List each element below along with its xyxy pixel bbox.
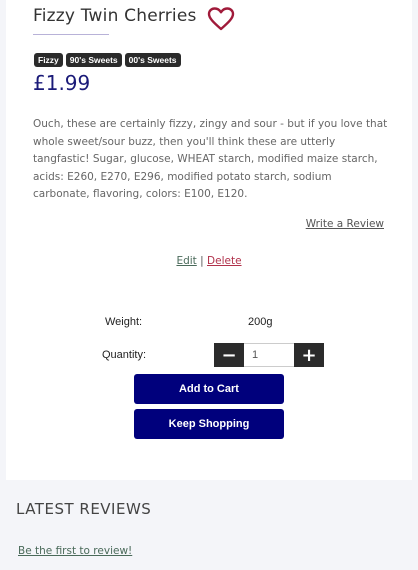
keep-shopping-button[interactable]: Keep Shopping [134,409,284,439]
increment-button[interactable]: + [294,343,324,367]
tag-00s-sweets[interactable]: 00's Sweets [124,53,181,67]
heart-icon[interactable] [207,7,235,31]
decrement-button[interactable]: − [214,343,244,367]
product-title: Fizzy Twin Cherries [33,6,197,26]
tag-90s-sweets[interactable]: 90's Sweets [65,53,122,67]
tag-fizzy[interactable]: Fizzy [34,53,63,67]
product-price: £1.99 [33,71,91,95]
write-review-link[interactable]: Write a Review [306,218,384,230]
edit-delete-row: Edit | Delete [0,255,418,267]
tag-list: Fizzy 90's Sweets 00's Sweets [34,53,181,67]
separator: | [200,255,204,267]
quantity-label: Quantity: [102,349,147,361]
first-review-link[interactable]: Be the first to review! [18,545,132,557]
latest-reviews-heading: LATEST REVIEWS [16,500,152,518]
weight-label: Weight: [105,316,143,328]
weight-value: 200g [248,316,273,328]
quantity-stepper: − + [214,343,324,367]
quantity-input[interactable] [244,343,294,367]
delete-link[interactable]: Delete [207,255,242,267]
add-to-cart-button[interactable]: Add to Cart [134,374,284,404]
product-description: Ouch, these are certainly fizzy, zingy a… [33,118,388,200]
edit-link[interactable]: Edit [176,255,196,267]
title-underline [33,34,109,35]
